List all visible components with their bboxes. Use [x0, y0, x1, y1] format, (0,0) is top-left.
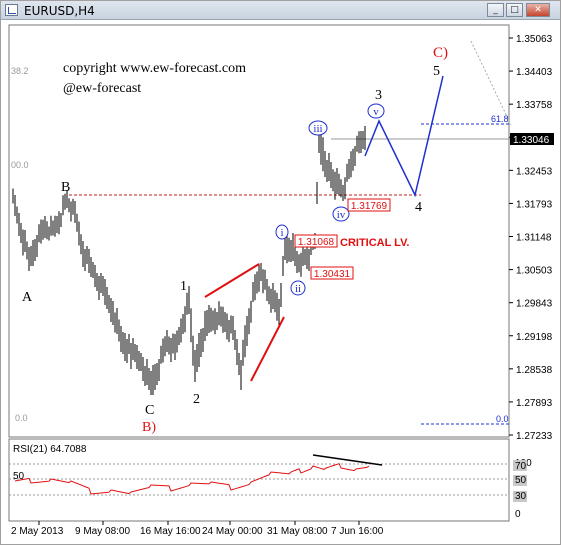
chart-window: EURUSD,H4 _ □ ✕ copyright www.ew-forecas…	[0, 0, 561, 545]
twitter-handle: @ew-forecast	[63, 81, 141, 96]
wave-label-B-major: B)	[142, 420, 156, 435]
wave-circle-iii: iii	[308, 120, 328, 136]
svg-text:ii: ii	[295, 283, 301, 295]
wave-label-C: C	[145, 403, 154, 418]
price-tick-label: 1.27233	[516, 431, 553, 442]
time-tick-label: 24 May 00:00	[202, 526, 263, 537]
svg-text:1.31068: 1.31068	[298, 237, 335, 248]
level-box-131068: 1.31068	[294, 234, 338, 248]
svg-text:iv: iv	[337, 209, 346, 221]
time-tick-label: 2 May 2013	[11, 526, 64, 537]
level-box-130431: 1.30431	[310, 266, 354, 280]
svg-text:1.30431: 1.30431	[314, 269, 351, 280]
wave-label-1: 1	[180, 279, 187, 294]
fib-000-label: 00.0	[11, 160, 29, 170]
price-tick-label: 1.28538	[516, 365, 553, 376]
price-tick-label: 1.33758	[516, 100, 553, 111]
fib-382-label: 38.2	[11, 66, 29, 76]
rsi-indicator-label: RSI(21) 64.7088	[13, 444, 87, 455]
svg-text:v: v	[373, 106, 379, 118]
fib-0-right-label: 0.0	[496, 414, 509, 424]
fib-618-label: 61.8	[491, 114, 509, 124]
time-tick-label: 9 May 08:00	[75, 526, 130, 537]
price-tick-label: 1.31793	[516, 199, 553, 210]
price-tick-label: 1.32453	[516, 166, 553, 177]
wave-label-B: B	[61, 180, 70, 195]
price-tick-label: 1.29198	[516, 332, 553, 343]
wave-circle-v: v	[367, 103, 385, 119]
rsi-tick-label: 0	[515, 509, 521, 520]
wave-label-2: 2	[193, 392, 200, 407]
wave-label-A: A	[22, 290, 33, 305]
wave-label-4: 4	[415, 200, 422, 215]
time-tick-label: 16 May 16:00	[140, 526, 201, 537]
level-box-131769: 1.31769	[347, 198, 391, 212]
svg-text:1.31769: 1.31769	[351, 201, 388, 212]
time-tick-label: 7 Jun 16:00	[331, 526, 384, 537]
rsi-tick-label: 70	[515, 461, 527, 472]
rsi-axis: 1007050300	[513, 458, 532, 520]
price-tick-label: 1.27893	[516, 398, 553, 409]
time-tick-label: 31 May 08:00	[267, 526, 328, 537]
rsi-tick-label: 30	[515, 491, 527, 502]
time-axis[interactable]: 2 May 2013 9 May 08:00 16 May 16:00 24 May …	[11, 521, 384, 537]
svg-text:1.33046: 1.33046	[513, 135, 550, 146]
wave-circle-i: i	[275, 224, 289, 240]
price-tick-label: 1.34403	[516, 67, 553, 78]
price-tick-label: 1.31148	[516, 233, 552, 244]
price-chart[interactable]: copyright www.ew-forecast.com @ew-foreca…	[1, 1, 560, 544]
price-tick-label: 1.35063	[516, 34, 553, 45]
price-tick-label: 1.30503	[516, 266, 553, 277]
svg-text:iii: iii	[313, 123, 322, 135]
wave-label-3: 3	[375, 88, 382, 103]
fib-00-label: 0.0	[15, 413, 28, 423]
price-axis[interactable]: 1.35063 1.34403 1.33758 1.33046 1.32453 1.317…	[509, 34, 553, 442]
rsi-tick-label: 50	[515, 475, 527, 486]
svg-text:i: i	[280, 227, 283, 239]
wave-circle-iv: iv	[332, 206, 350, 222]
copyright-text: copyright www.ew-forecast.com	[63, 61, 246, 76]
wave-label-5: 5	[433, 64, 440, 79]
current-price-tag: 1.33046	[510, 133, 554, 146]
critical-level-label: CRITICAL LV.	[340, 237, 409, 249]
price-tick-label: 1.29843	[516, 299, 553, 310]
wave-label-C-major: C)	[433, 45, 448, 61]
wave-circle-ii: ii	[290, 280, 306, 296]
